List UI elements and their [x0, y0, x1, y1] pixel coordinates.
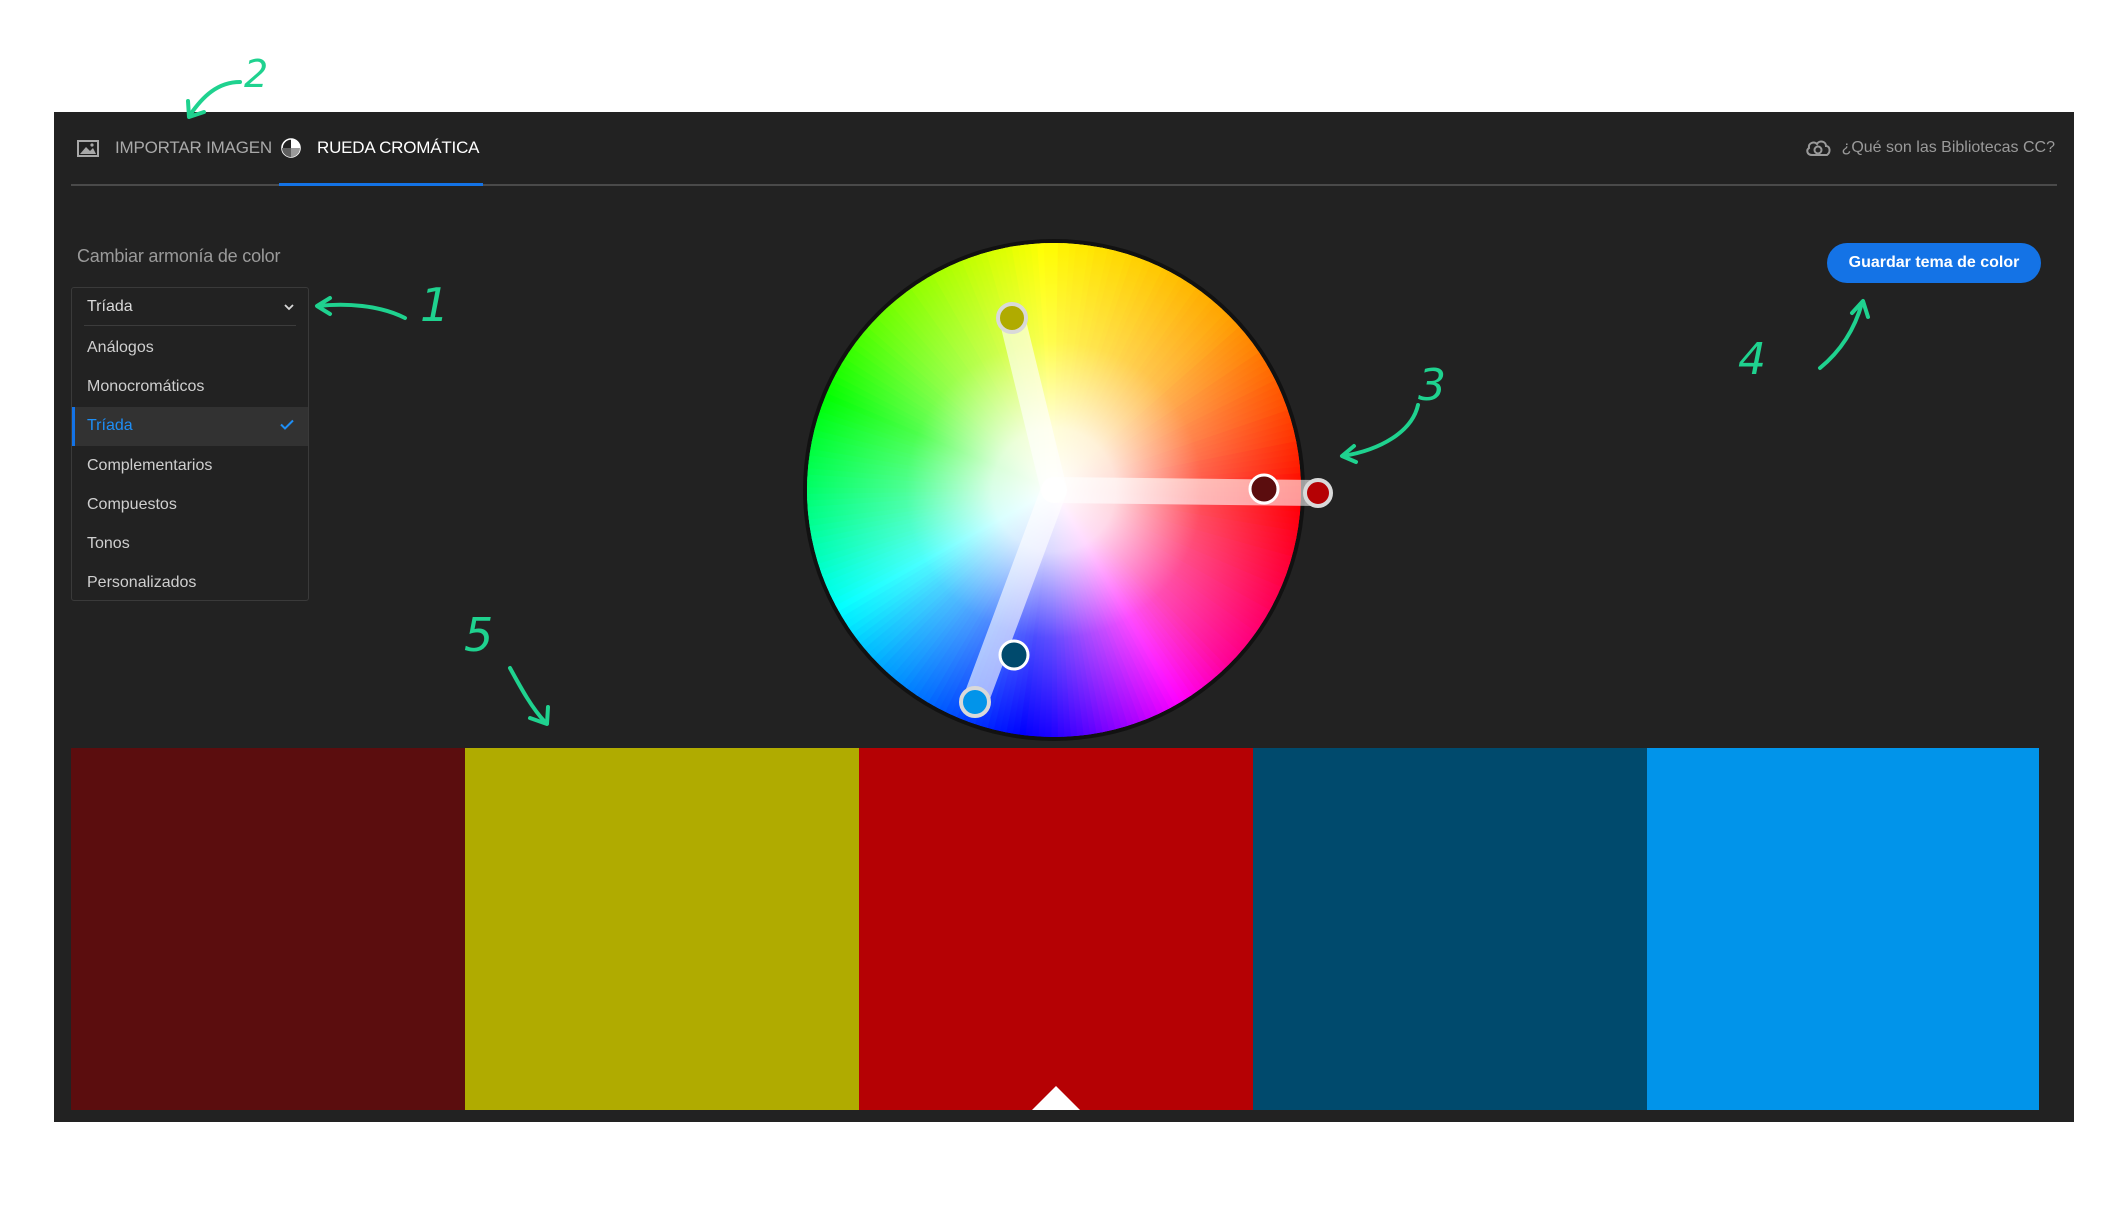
wheel-color-handle[interactable] — [959, 686, 991, 718]
annotation-label-2: 2 — [244, 52, 269, 96]
annotation-label-3: 3 — [1418, 360, 1446, 411]
wheel-color-handle[interactable] — [996, 302, 1028, 334]
color-swatch[interactable] — [1253, 748, 1647, 1110]
wheel-color-handle[interactable] — [1248, 473, 1280, 505]
color-swatch[interactable] — [465, 748, 859, 1110]
color-swatch[interactable] — [71, 748, 465, 1110]
wheel-color-handle[interactable] — [998, 639, 1030, 671]
annotation-label-4: 4 — [1738, 334, 1766, 385]
wheel-color-handle[interactable] — [1303, 478, 1333, 508]
color-swatch[interactable] — [1647, 748, 2039, 1110]
color-swatches — [71, 748, 2039, 1110]
annotation-arrow-2 — [188, 80, 242, 117]
color-swatch-active[interactable] — [859, 748, 1253, 1110]
color-app: IMPORTAR IMAGEN RUEDA CROMÁTICA ¿Qué son… — [54, 112, 2074, 1122]
annotation-label-1: 1 — [420, 278, 450, 332]
active-swatch-pointer-icon — [1032, 1086, 1080, 1110]
annotation-label-5: 5 — [464, 608, 494, 662]
